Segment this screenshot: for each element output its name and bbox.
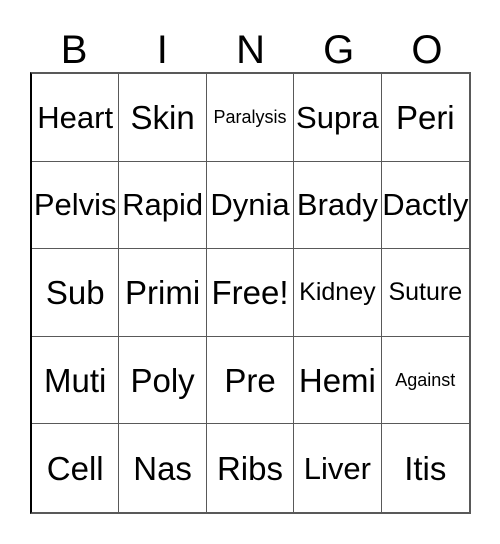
bingo-header-letter-i: I [156, 28, 168, 72]
bingo-cell-o4[interactable]: Against [381, 336, 469, 425]
bingo-cell-label: Hemi [298, 361, 376, 399]
bingo-cell-g5[interactable]: Liver [294, 424, 382, 512]
bingo-cell-label: Kidney [299, 277, 376, 306]
bingo-cell-label: Liver [303, 450, 371, 486]
bingo-cell-i3[interactable]: Primi [119, 249, 207, 337]
bingo-cell-b4[interactable]: Muti [32, 336, 120, 425]
bingo-cell-free-space[interactable]: Free! [206, 249, 295, 337]
bingo-header-letter-n: N [236, 28, 265, 72]
bingo-cell-label: Suture [388, 277, 463, 306]
bingo-cell-label: Supra [296, 99, 379, 135]
bingo-header-letter-o: O [411, 28, 443, 72]
bingo-cell-i2[interactable]: Rapid [119, 161, 207, 250]
bingo-cell-label: Muti [44, 361, 107, 399]
bingo-cell-n4[interactable]: Pre [206, 336, 295, 425]
bingo-header-row: B I N G O [30, 18, 471, 72]
bingo-cell-label: Dynia [210, 187, 290, 223]
bingo-cell-o1[interactable]: Peri [381, 74, 469, 162]
bingo-cell-label: Cell [46, 449, 104, 487]
bingo-cell-b2[interactable]: Pelvis [32, 161, 120, 250]
bingo-cell-i5[interactable]: Nas [119, 424, 207, 512]
bingo-free-space-label: Free! [211, 273, 289, 311]
bingo-cell-label: Sub [45, 273, 105, 311]
bingo-cell-o5[interactable]: Itis [381, 424, 469, 512]
bingo-cell-label: Itis [404, 449, 447, 487]
bingo-cell-label: Primi [125, 273, 201, 311]
bingo-cell-label: Ribs [216, 449, 283, 487]
bingo-header-letter-g: G [323, 28, 355, 72]
bingo-cell-g2[interactable]: Brady [294, 161, 382, 250]
bingo-cell-label: Against [395, 370, 456, 391]
bingo-cell-label: Rapid [122, 187, 204, 223]
bingo-cell-label: Heart [37, 99, 114, 135]
bingo-header-letter-b: B [60, 28, 88, 72]
bingo-cell-n2[interactable]: Dynia [206, 161, 295, 250]
bingo-cell-label: Pre [224, 361, 276, 399]
bingo-cell-b3[interactable]: Sub [32, 249, 120, 337]
bingo-cell-label: Peri [395, 98, 455, 136]
bingo-cell-o2[interactable]: Dactly [381, 161, 469, 250]
bingo-cell-label: Nas [133, 449, 192, 487]
bingo-cell-label: Skin [130, 98, 195, 136]
bingo-cell-g1[interactable]: Supra [294, 74, 382, 162]
bingo-cell-o3[interactable]: Suture [381, 249, 469, 337]
bingo-cell-b5[interactable]: Cell [32, 424, 120, 512]
bingo-cell-n5[interactable]: Ribs [206, 424, 295, 512]
bingo-card: B I N G O Heart Skin Paralysis Supra Per… [0, 0, 500, 544]
bingo-cell-label: Paralysis [213, 107, 287, 128]
bingo-cell-i1[interactable]: Skin [119, 74, 207, 162]
bingo-cell-label: Pelvis [33, 187, 117, 223]
bingo-cell-b1[interactable]: Heart [32, 74, 120, 162]
bingo-cell-g3[interactable]: Kidney [294, 249, 382, 337]
bingo-cell-label: Brady [296, 187, 378, 223]
bingo-cell-label: Dactly [382, 187, 469, 223]
bingo-cell-label: Poly [130, 361, 195, 399]
bingo-cell-n1[interactable]: Paralysis [206, 74, 295, 162]
bingo-cell-g4[interactable]: Hemi [294, 336, 382, 425]
bingo-cell-i4[interactable]: Poly [119, 336, 207, 425]
bingo-grid: Heart Skin Paralysis Supra Peri Pelvis R… [30, 72, 471, 514]
